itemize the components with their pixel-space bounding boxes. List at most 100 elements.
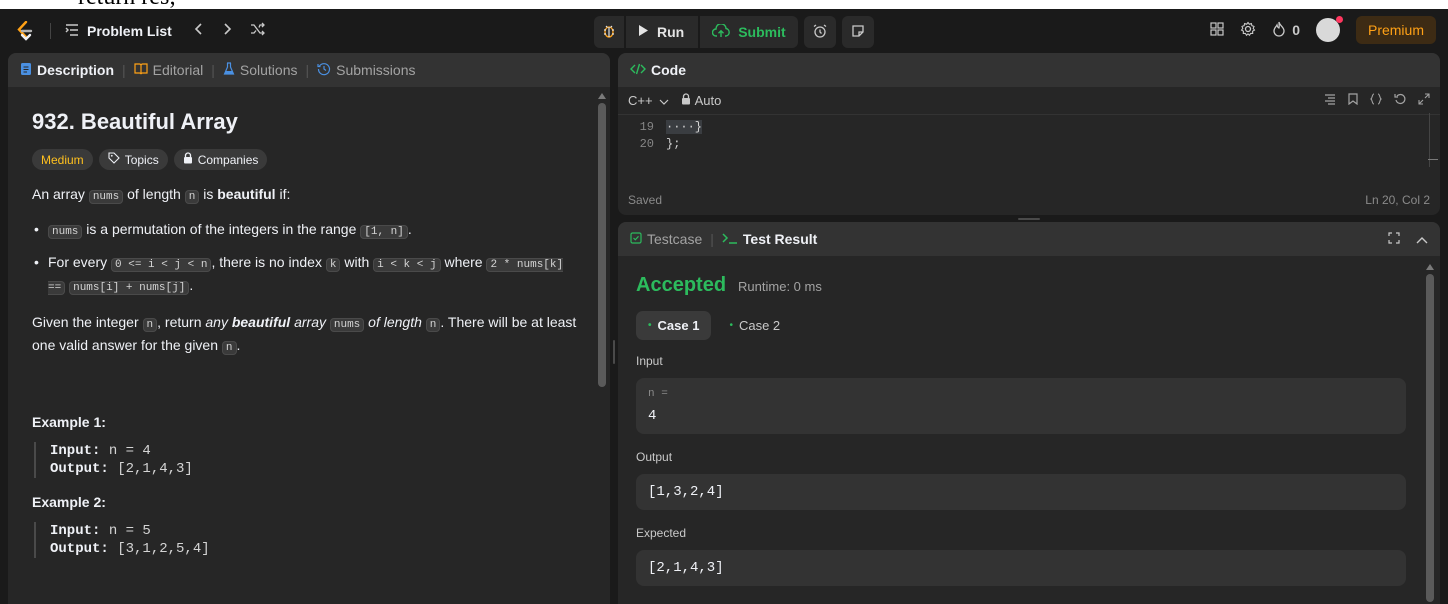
italic-text: any bbox=[205, 314, 228, 330]
text: Given the integer bbox=[32, 314, 139, 330]
output-value: [1,3,2,4] bbox=[648, 484, 724, 500]
terminal-icon bbox=[722, 231, 738, 247]
run-button[interactable]: Run bbox=[626, 16, 699, 48]
reset-icon[interactable] bbox=[1394, 93, 1406, 108]
inline-code: k bbox=[325, 258, 341, 272]
topics-label: Topics bbox=[124, 152, 159, 167]
tab-test-result[interactable]: Test Result bbox=[722, 231, 817, 247]
problem-task: Given the integer n, return any beautifu… bbox=[32, 312, 586, 358]
text: For every bbox=[48, 254, 108, 270]
alarm-clock-icon bbox=[812, 23, 828, 42]
description-scrollbar[interactable] bbox=[598, 103, 606, 387]
scroll-up-arrow[interactable] bbox=[1426, 264, 1434, 270]
nav-divider bbox=[50, 23, 51, 39]
tab-code[interactable]: Code bbox=[630, 62, 686, 78]
lock-icon bbox=[681, 93, 691, 108]
vertical-resize-handle[interactable] bbox=[613, 340, 615, 364]
test-result-panel: Testcase | Test Result Accepted Runtime:… bbox=[618, 222, 1440, 604]
settings-button[interactable] bbox=[1240, 21, 1256, 40]
chevron-down-icon bbox=[659, 93, 669, 108]
language-label: C++ bbox=[628, 93, 653, 108]
text: . bbox=[189, 277, 194, 293]
code-toolbar: C++ Auto bbox=[618, 87, 1440, 115]
next-problem-button[interactable] bbox=[216, 22, 238, 41]
code-editor[interactable]: 19 ····} 20 }; bbox=[618, 115, 1440, 153]
streak-counter[interactable]: 0 bbox=[1272, 21, 1300, 40]
premium-button[interactable]: Premium bbox=[1355, 16, 1436, 44]
layout-button[interactable] bbox=[1210, 21, 1224, 39]
note-icon bbox=[851, 24, 865, 41]
notification-dot bbox=[1335, 16, 1343, 23]
case-tabs: • Case 1 • Case 2 bbox=[636, 311, 1406, 340]
list-icon bbox=[65, 23, 79, 39]
braces-icon[interactable] bbox=[1370, 93, 1382, 108]
horizontal-resize-handle[interactable] bbox=[1018, 218, 1040, 220]
inline-code: 0 <= i < j < n bbox=[111, 258, 212, 272]
pass-dot-icon: • bbox=[729, 320, 733, 331]
code-panel: Code C++ Auto 19 ····} 20}; Saved Ln 20… bbox=[618, 53, 1440, 215]
tab-submissions[interactable]: Submissions bbox=[317, 62, 416, 79]
highlighted-text: ····} bbox=[666, 120, 703, 134]
random-problem-button[interactable] bbox=[244, 22, 272, 41]
case-2-label: Case 2 bbox=[738, 318, 781, 333]
timer-button[interactable] bbox=[803, 16, 836, 48]
chevron-up-icon[interactable] bbox=[1416, 231, 1428, 247]
scroll-up-arrow[interactable] bbox=[598, 93, 606, 99]
language-select[interactable]: C++ bbox=[628, 93, 669, 108]
note-button[interactable] bbox=[841, 16, 874, 48]
document-icon bbox=[20, 62, 32, 79]
description-panel: Description | Editorial | Solutions | Su… bbox=[8, 53, 610, 604]
tab-separator: | bbox=[710, 231, 714, 247]
problem-list-button[interactable]: Problem List bbox=[65, 23, 172, 39]
submit-button[interactable]: Submit bbox=[700, 16, 798, 48]
bookmark-icon[interactable] bbox=[1348, 93, 1358, 108]
tab-testcase[interactable]: Testcase bbox=[630, 231, 702, 247]
example-2-input: n = 5 bbox=[108, 523, 151, 539]
code-line: 20 }; bbox=[618, 136, 1440, 153]
code-panel-header: Code bbox=[618, 53, 1440, 87]
companies-badge[interactable]: Companies bbox=[173, 149, 268, 170]
auto-mode-toggle[interactable]: Auto bbox=[681, 93, 721, 108]
expected-value: [2,1,4,3] bbox=[648, 560, 724, 576]
tab-editorial[interactable]: Editorial bbox=[134, 62, 203, 78]
result-panel-header: Testcase | Test Result bbox=[618, 222, 1440, 256]
example-1-input: n = 4 bbox=[108, 443, 151, 459]
fullscreen-icon[interactable] bbox=[1388, 231, 1400, 247]
inline-code: nums bbox=[329, 318, 365, 332]
inline-code: i < k < j bbox=[373, 258, 441, 272]
tab-solutions[interactable]: Solutions bbox=[223, 61, 298, 79]
format-icon[interactable] bbox=[1324, 93, 1336, 108]
prev-problem-button[interactable] bbox=[188, 22, 210, 41]
avatar[interactable] bbox=[1315, 16, 1343, 42]
text: of length bbox=[127, 186, 181, 202]
case-1-tab[interactable]: • Case 1 bbox=[636, 311, 712, 340]
result-scrollbar[interactable] bbox=[1426, 274, 1434, 602]
tab-solutions-label: Solutions bbox=[239, 62, 298, 78]
chevron-left-icon bbox=[194, 22, 204, 41]
leetcode-logo-icon[interactable] bbox=[14, 20, 36, 42]
play-icon bbox=[638, 24, 649, 40]
difficulty-badge: Medium bbox=[32, 149, 93, 170]
line-text: ····} bbox=[666, 119, 703, 136]
description-content: 932. Beautiful Array Medium Topics Compa… bbox=[8, 87, 610, 604]
example-2-output-label: Output: bbox=[50, 541, 109, 557]
expected-label: Expected bbox=[636, 526, 687, 540]
tag-icon bbox=[108, 152, 120, 167]
text: An array bbox=[32, 186, 85, 202]
shuffle-icon bbox=[250, 22, 266, 41]
flask-icon bbox=[223, 61, 235, 79]
submit-label: Submit bbox=[738, 24, 786, 40]
debugger-button[interactable] bbox=[594, 16, 624, 48]
tab-description[interactable]: Description bbox=[20, 62, 114, 79]
chevron-right-icon bbox=[222, 22, 232, 41]
topics-badge[interactable]: Topics bbox=[98, 149, 168, 170]
expand-icon[interactable] bbox=[1418, 93, 1430, 108]
italic-text: of length bbox=[368, 314, 422, 330]
inline-code: n bbox=[221, 341, 237, 355]
example-1-block: Input: n = 4 Output: [2,1,4,3] bbox=[34, 442, 586, 478]
inline-code: n bbox=[142, 318, 158, 332]
line-number: 20 bbox=[639, 137, 654, 151]
text: . bbox=[236, 337, 241, 353]
case-2-tab[interactable]: • Case 2 bbox=[717, 311, 792, 340]
run-submit-group: Run Submit bbox=[594, 16, 874, 48]
